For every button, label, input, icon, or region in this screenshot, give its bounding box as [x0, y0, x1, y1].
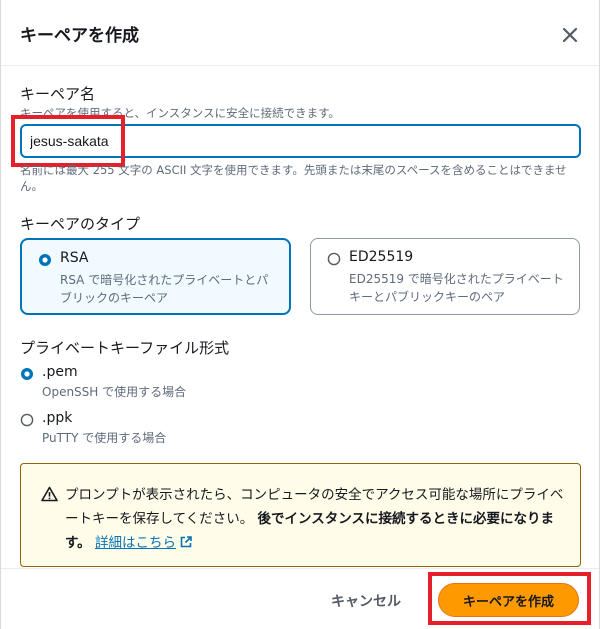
dialog-header: キーペアを作成	[1, 0, 599, 66]
key-pair-name-label: キーペア名	[20, 85, 96, 103]
file-format-ppk-label: .ppk	[42, 410, 73, 426]
key-pair-name-description: キーペアを使用すると、インスタンスに安全に接続できます。	[20, 106, 340, 120]
key-type-ed25519-description: ED25519 で暗号化されたプライベートキーとパブリックキーのペア	[349, 272, 564, 304]
radio-selected-icon	[39, 254, 51, 266]
learn-more-link[interactable]: 詳細はこちら	[95, 535, 193, 551]
key-pair-type-label: キーペアのタイプ	[20, 215, 141, 233]
radio-unselected-icon	[327, 252, 341, 266]
external-link-icon	[180, 536, 192, 548]
dialog-title: キーペアを作成	[20, 26, 139, 46]
key-type-rsa-description: RSA で暗号化されたプライベートとパブリックのキーペア	[60, 273, 269, 305]
radio-unselected-icon	[20, 413, 34, 427]
dialog-footer: キャンセル キーペアを作成	[1, 568, 599, 629]
key-type-ed25519-title: ED25519	[349, 249, 414, 265]
create-key-pair-dialog: キーペアを作成 キーペア名 キーペアを使用すると、インスタンスに安全に接続できま…	[0, 0, 600, 629]
warning-alert: プロンプトが表示されたら、コンピュータの安全でアクセス可能な場所にプライベートキ…	[20, 463, 581, 567]
warning-icon	[41, 486, 58, 502]
key-type-rsa-title: RSA	[60, 250, 89, 266]
create-key-pair-button[interactable]: キーペアを作成	[438, 583, 579, 617]
file-format-label: プライベートキーファイル形式	[20, 339, 230, 357]
key-pair-name-input[interactable]	[20, 124, 581, 158]
key-type-tile-ed25519[interactable]: ED25519 ED25519 で暗号化されたプライベートキーとパブリックキーの…	[310, 238, 580, 315]
radio-selected-icon	[21, 368, 33, 380]
key-type-tile-rsa[interactable]: RSA RSA で暗号化されたプライベートとパブリックのキーペア	[20, 238, 291, 315]
file-format-pem-description: OpenSSH で使用する場合	[42, 385, 187, 399]
alert-text: プロンプトが表示されたら、コンピュータの安全でアクセス可能な場所にプライベートキ…	[65, 483, 565, 555]
close-button[interactable]	[557, 22, 583, 48]
learn-more-link-label: 詳細はこちら	[94, 535, 176, 551]
key-pair-name-hint: 名前には最大 255 文字の ASCII 文字を使用できます。先頭または末尾のス…	[20, 163, 567, 193]
file-format-ppk-description: PuTTY で使用する場合	[42, 431, 167, 445]
file-format-pem-label: .pem	[42, 364, 78, 380]
close-icon	[562, 27, 578, 43]
cancel-button[interactable]: キャンセル	[331, 591, 401, 611]
